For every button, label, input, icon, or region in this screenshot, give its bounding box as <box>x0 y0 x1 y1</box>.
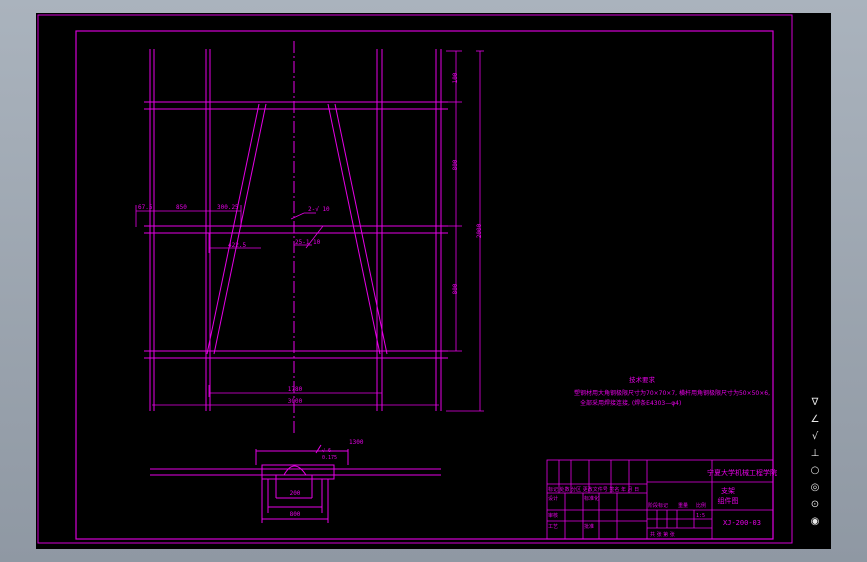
title-drawing-name: 支架 <box>721 486 735 495</box>
title-scale: 1:5 <box>696 513 705 519</box>
title-sheet-label: 共 张 第 张 <box>650 531 675 538</box>
roughness-icon[interactable]: √ <box>802 429 828 445</box>
surface-finish-icon[interactable]: ∇ <box>802 395 828 411</box>
drawing-viewport[interactable]: 100 800 800 2000 67.5 850 300.25 2-√ 10 … <box>36 13 831 549</box>
circle-icon[interactable]: ○ <box>802 463 828 479</box>
point-icon[interactable]: ⊙ <box>802 497 828 513</box>
title-review: 审核 <box>548 512 558 519</box>
title-school: 宁夏大学机械工程学院 <box>707 468 777 477</box>
detail-dim-outer: 800 <box>290 511 301 518</box>
datum-icon[interactable]: ⊥ <box>802 446 828 462</box>
title-approve: 批准 <box>584 523 594 530</box>
dim-bottom-overall: 3000 <box>288 398 303 405</box>
dim-overall-height: 2000 <box>476 223 483 238</box>
title-weight-label: 重量 <box>678 502 688 509</box>
vertical-posts <box>149 49 442 411</box>
tech-req-line-2: 全部采用焊接连接, (焊条E4303—φ4) <box>580 399 681 407</box>
weld-callout-2: 25-1 10 <box>295 239 321 246</box>
concentric-icon[interactable]: ◎ <box>802 480 828 496</box>
diagonal-braces <box>206 103 388 355</box>
cad-drawing: 100 800 800 2000 67.5 850 300.25 2-√ 10 … <box>37 14 793 544</box>
tech-req-line-1: 塑钢材用大角钢极限尺寸为70×70×7, 横杆用角钢极限尺寸为50×50×6, <box>574 389 770 397</box>
sheet-inner-frame <box>75 30 774 540</box>
weld-callout-1: 2-√ 10 <box>308 206 330 213</box>
title-process: 工艺 <box>548 524 558 530</box>
angle-icon[interactable]: ∠ <box>802 412 828 428</box>
tech-req-title: 技术要求 <box>629 375 656 384</box>
dim-top-2: 800 <box>452 159 459 170</box>
dim-center-left: 422.5 <box>228 242 246 249</box>
detail-callout-2: 0.175 <box>322 455 337 461</box>
detail-dim-inner: 200 <box>290 490 301 497</box>
dim-left-3: 300.25 <box>217 204 239 211</box>
dim-top-3: 800 <box>452 283 459 294</box>
dim-top-1: 100 <box>452 72 459 83</box>
dim-left-1: 67.5 <box>138 204 153 211</box>
title-scale-label: 比例 <box>696 502 706 509</box>
sheet-outer-border <box>37 14 793 544</box>
title-stage-label: 阶段标记 <box>648 502 668 509</box>
title-drawing-number: XJ-200-03 <box>723 519 761 527</box>
horizontal-rails <box>144 101 448 359</box>
detail-dim-length: 1300 <box>349 439 364 446</box>
dim-bottom-inner: 1780 <box>288 386 303 393</box>
symbol-palette: ∇ ∠ √ ⊥ ○ ◎ ⊙ ◉ <box>802 395 828 530</box>
title-designer: 设计 <box>548 495 558 502</box>
detail-callout-1: √ 6 <box>322 448 331 454</box>
title-standardization: 标准化 <box>584 495 599 502</box>
title-drawing-sub: 组件图 <box>718 496 739 505</box>
title-mark-columns: 标记 处数 分区 更改文件号 签名 年 月 日 <box>548 486 639 493</box>
dim-left-2: 850 <box>176 204 187 211</box>
target-icon[interactable]: ◉ <box>802 514 828 530</box>
